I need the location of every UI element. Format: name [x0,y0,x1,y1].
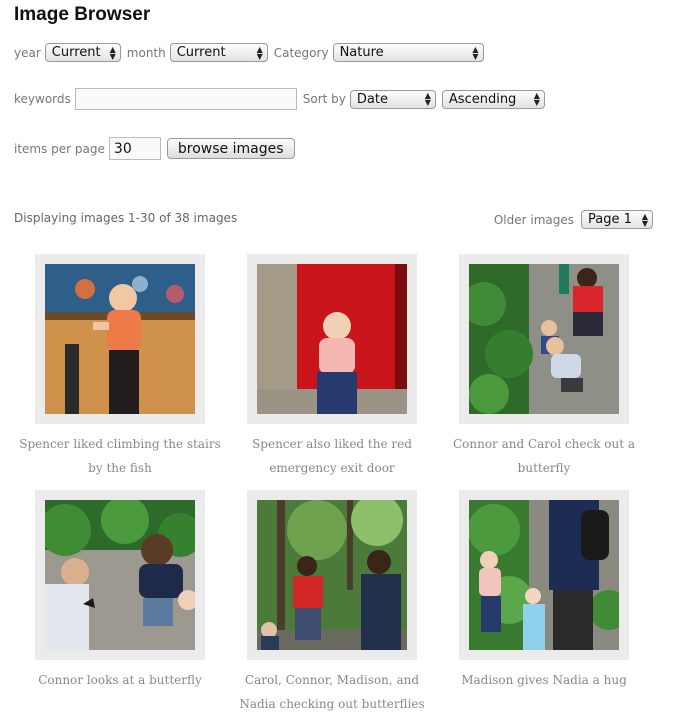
thumbnail-frame [35,490,205,660]
image-card[interactable]: Carol, Connor, Madison, and Nadia checki… [226,490,438,716]
month-select-value: Current [176,45,226,60]
older-images-label: Older images [493,212,574,227]
thumbnail-photo[interactable] [45,500,195,650]
image-caption: Connor looks at a butterfly [38,673,202,687]
select-arrows-icon: ▲ ▼ [533,91,540,107]
select-arrows-icon: ▲ ▼ [256,44,263,61]
category-select-value: Nature [339,45,384,60]
thumbnail-photo[interactable] [257,264,407,414]
select-arrows-icon: ▲ ▼ [109,44,116,61]
sort-order-select[interactable]: Ascending ▲ ▼ [441,89,545,109]
pager: Older images Page 1 ▲ ▼ [494,210,653,229]
items-per-page-input[interactable]: 30 [108,137,161,160]
image-card[interactable]: Connor looks at a butterfly [14,490,226,692]
items-per-page-row: items per page 30 browse images [14,137,295,160]
thumbnail-photo[interactable] [469,264,619,414]
select-arrows-icon: ▲ ▼ [641,211,648,228]
sortby-label: Sort by [302,92,346,106]
thumbnail-frame [247,490,417,660]
thumbnail-photo[interactable] [469,500,619,650]
image-card[interactable]: Connor and Carol check out a butterfly [438,254,650,480]
page-select[interactable]: Page 1 ▲ ▼ [581,210,653,229]
year-select-value: Current [51,45,101,60]
select-arrows-icon: ▲ ▼ [472,44,479,61]
keywords-input[interactable] [74,88,297,110]
month-select[interactable]: Current ▲ ▼ [169,43,268,62]
image-card[interactable]: Spencer also liked the red emergency exi… [226,254,438,480]
thumbnail-frame [459,254,629,424]
image-card[interactable]: Spencer liked climbing the stairs by the… [14,254,226,480]
page-select-value: Page 1 [588,212,632,227]
sort-field-select[interactable]: Date ▲ ▼ [349,89,436,109]
image-caption: Connor and Carol check out a butterfly [452,437,636,475]
select-arrows-icon: ▲ ▼ [424,91,431,107]
date-category-filters: year Current ▲ ▼ month Current ▲ ▼ Categor… [14,43,490,62]
image-caption: Madison gives Nadia a hug [461,673,627,687]
thumbnail-photo[interactable] [257,500,407,650]
image-caption: Carol, Connor, Madison, and Nadia checki… [239,673,425,711]
image-caption: Spencer liked climbing the stairs by the… [19,437,221,475]
keywords-label: keywords [14,92,71,106]
thumbnail-frame [247,254,417,424]
image-card[interactable]: Madison gives Nadia a hug [438,490,650,692]
year-select[interactable]: Current ▲ ▼ [44,43,121,62]
thumbnail-frame [459,490,629,660]
items-per-page-label: items per page [14,141,105,156]
page-title: Image Browser [14,4,151,25]
year-label: year [14,45,41,60]
month-label: month [126,45,166,60]
category-label: Category [273,45,329,60]
browse-images-button[interactable]: browse images [166,138,295,159]
category-select[interactable]: Nature ▲ ▼ [332,43,484,62]
thumbnail-photo[interactable] [45,264,195,414]
thumbnail-frame [35,254,205,424]
result-count: Displaying images 1-30 of 38 images [14,211,238,225]
image-caption: Spencer also liked the red emergency exi… [252,437,412,475]
sort-order-value: Ascending [448,91,517,107]
keyword-sort-filters: keywords Sort by Date ▲ ▼ Ascending ▲ ▼ [14,88,551,110]
sort-field-value: Date [356,91,388,107]
